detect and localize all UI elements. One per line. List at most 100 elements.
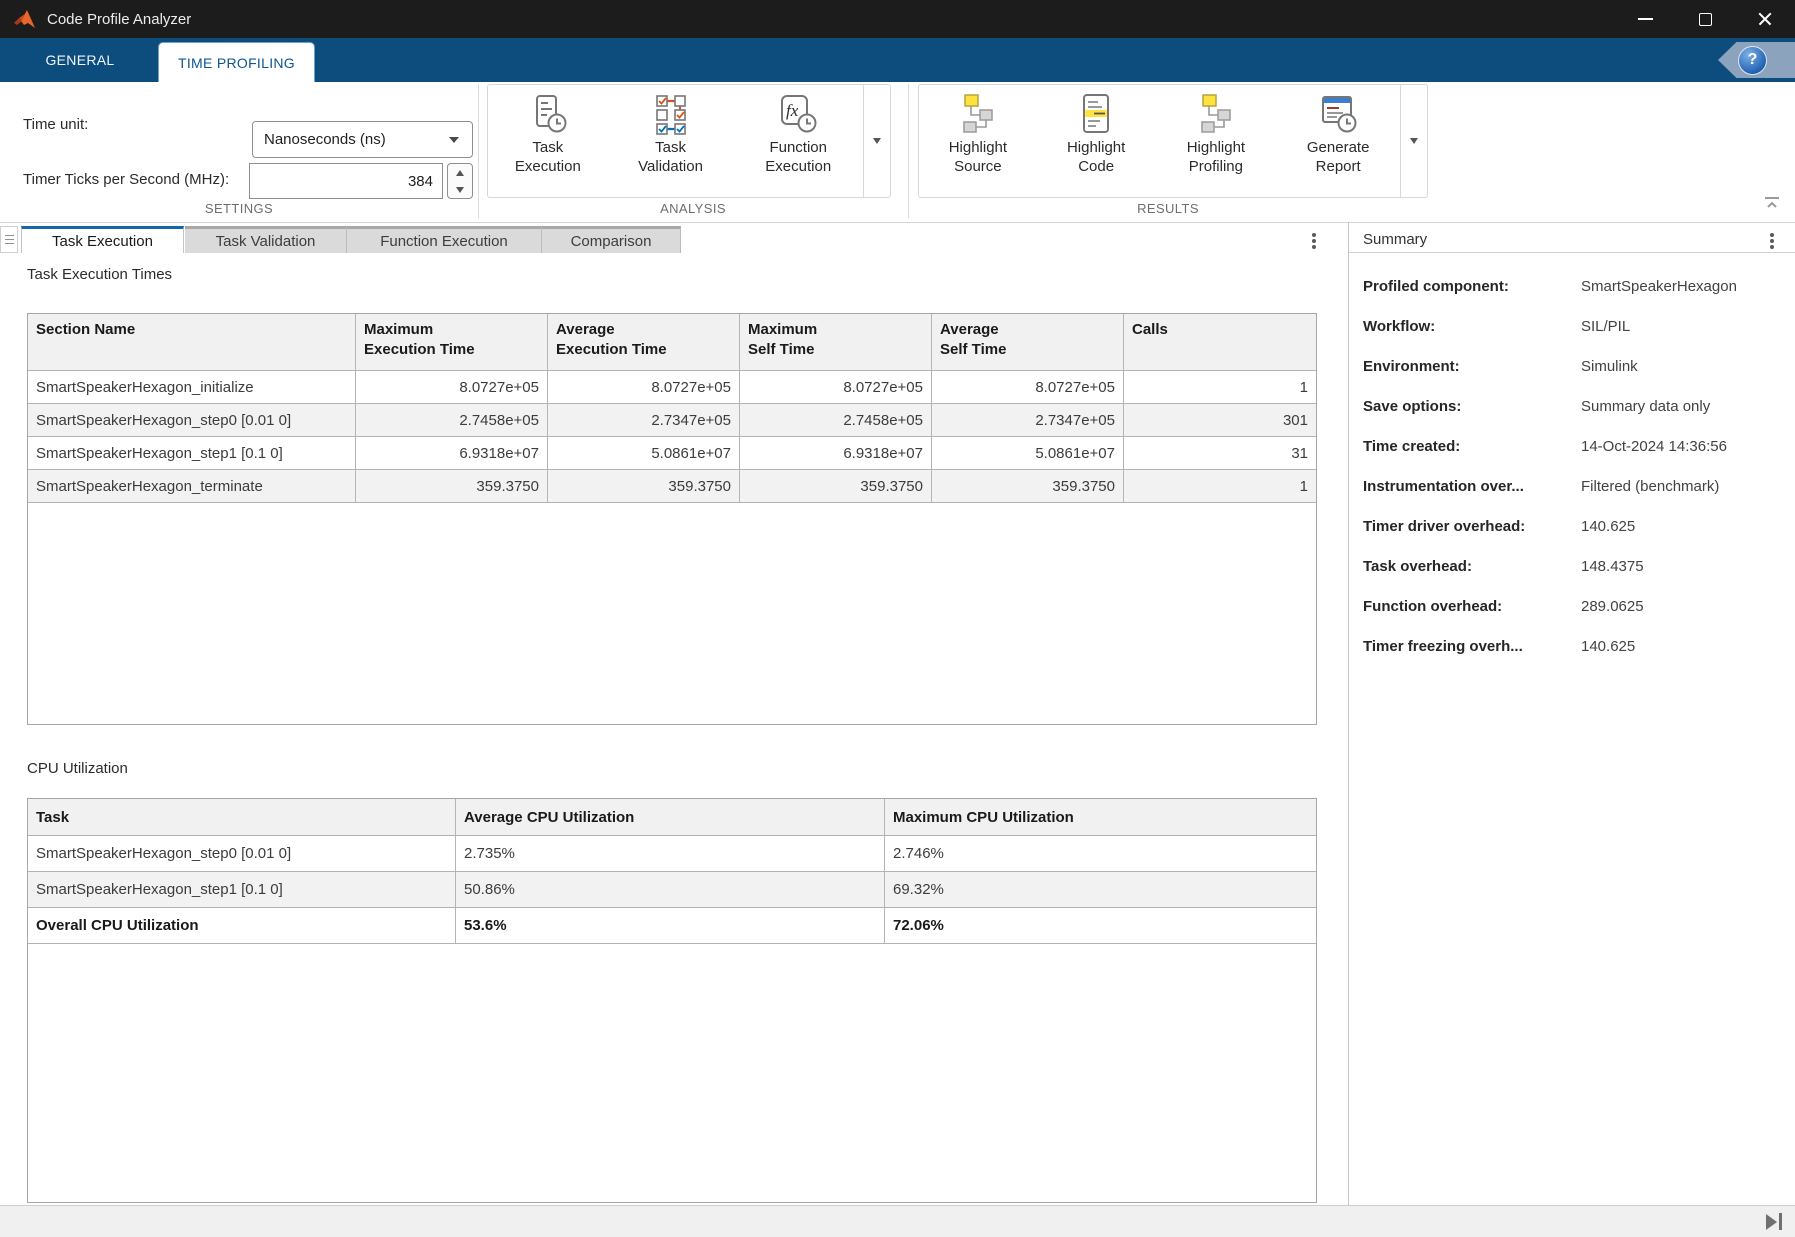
summary-field: Timer driver overhead:140.625	[1363, 506, 1783, 546]
highlight-source-button[interactable]: Highlight Source	[919, 85, 1037, 197]
task-validation-button[interactable]: Task Validation	[608, 85, 734, 197]
summary-field: Timer freezing overh...140.625	[1363, 626, 1783, 666]
max-self-cell: 359.3750	[740, 470, 932, 502]
section-separator	[908, 84, 909, 218]
generate-report-icon	[1316, 92, 1360, 136]
chevron-down-icon	[873, 138, 881, 144]
play-to-end-icon	[1766, 1214, 1777, 1230]
time-unit-value: Nanoseconds (ns)	[264, 131, 386, 148]
stepper-up-button[interactable]	[448, 164, 472, 181]
max-cpu-cell: 69.32%	[885, 872, 1316, 907]
field-value: 14-Oct-2024 14:36:56	[1581, 438, 1727, 455]
function-execution-icon: fx	[776, 92, 820, 136]
table-row[interactable]: SmartSpeakerHexagon_step0 [0.01 0] 2.735…	[28, 836, 1316, 872]
button-label: Task	[532, 139, 563, 156]
bottom-status-bar	[0, 1205, 1795, 1237]
doc-tabs-menu-button[interactable]	[1306, 232, 1322, 250]
grip-icon	[5, 239, 14, 241]
summary-field: Workflow:SIL/PIL	[1363, 306, 1783, 346]
minimize-button[interactable]	[1615, 0, 1675, 38]
function-execution-button[interactable]: fx Function Execution	[733, 85, 863, 197]
time-unit-label: Time unit:	[23, 116, 88, 133]
summary-menu-button[interactable]	[1764, 232, 1780, 250]
max-self-cell: 2.7458e+05	[740, 404, 932, 436]
tab-time-profiling[interactable]: TIME PROFILING	[158, 42, 315, 82]
field-value: Filtered (benchmark)	[1581, 478, 1719, 495]
cpu-table-title: CPU Utilization	[27, 760, 128, 777]
calls-cell: 1	[1124, 470, 1316, 502]
results-caption: RESULTS	[908, 201, 1428, 216]
help-button[interactable]: ?	[1738, 46, 1767, 75]
button-label: Highlight	[949, 139, 1007, 156]
avg-cpu-cell: 50.86%	[456, 872, 885, 907]
close-button[interactable]	[1735, 0, 1795, 38]
field-value: 289.0625	[1581, 598, 1644, 615]
help-area: ?	[1718, 42, 1795, 78]
button-label: Validation	[638, 158, 703, 175]
tab-general[interactable]: GENERAL	[23, 38, 137, 82]
chevron-down-icon	[449, 137, 459, 143]
stepper-down-button[interactable]	[448, 181, 472, 198]
arrow-down-icon	[456, 187, 464, 193]
max-cpu-cell: 2.746%	[885, 836, 1316, 871]
generate-report-button[interactable]: Generate Report	[1276, 85, 1400, 197]
table-row[interactable]: SmartSpeakerHexagon_step1 [0.1 0] 50.86%…	[28, 872, 1316, 908]
task-execution-button[interactable]: Task Execution	[488, 85, 608, 197]
task-cell: Overall CPU Utilization	[28, 908, 456, 943]
section-name-cell: SmartSpeakerHexagon_terminate	[28, 470, 356, 502]
field-value: SmartSpeakerHexagon	[1581, 278, 1737, 295]
panel-drag-handle[interactable]	[0, 226, 18, 253]
button-label: Highlight	[1187, 139, 1245, 156]
doc-tab-function-execution[interactable]: Function Execution	[347, 226, 542, 253]
column-header: AverageExecution Time	[548, 314, 740, 370]
column-header: Calls	[1124, 314, 1316, 370]
table-row[interactable]: SmartSpeakerHexagon_initialize 8.0727e+0…	[28, 371, 1316, 404]
collapse-ribbon-button[interactable]	[1762, 196, 1782, 211]
summary-title: Summary	[1363, 231, 1427, 248]
table-row[interactable]: SmartSpeakerHexagon_step1 [0.1 0] 6.9318…	[28, 437, 1316, 470]
column-header: MaximumSelf Time	[740, 314, 932, 370]
kebab-icon	[1312, 239, 1316, 243]
max-cpu-cell: 72.06%	[885, 908, 1316, 943]
field-label: Profiled component:	[1363, 278, 1581, 295]
doc-tab-comparison[interactable]: Comparison	[542, 226, 681, 253]
table-row[interactable]: SmartSpeakerHexagon_step0 [0.01 0] 2.745…	[28, 404, 1316, 437]
summary-field: Save options:Summary data only	[1363, 386, 1783, 426]
field-label: Function overhead:	[1363, 598, 1581, 615]
panel-divider[interactable]	[1348, 222, 1349, 1205]
ribbon: Time unit: Nanoseconds (ns) Timer Ticks …	[0, 82, 1795, 223]
table-empty-area	[28, 944, 1316, 1202]
table-row[interactable]: SmartSpeakerHexagon_terminate 359.3750 3…	[28, 470, 1316, 503]
analysis-more-button[interactable]	[863, 85, 890, 197]
avg-exec-cell: 359.3750	[548, 470, 740, 502]
avg-exec-cell: 5.0861e+07	[548, 437, 740, 469]
kebab-icon	[1770, 239, 1774, 243]
timer-ticks-input[interactable]: 384	[249, 163, 443, 199]
expand-panel-button[interactable]	[1766, 1213, 1783, 1230]
time-unit-dropdown[interactable]: Nanoseconds (ns)	[252, 121, 473, 158]
button-label: Code	[1078, 158, 1114, 175]
button-label: Function	[769, 139, 827, 156]
settings-caption: SETTINGS	[0, 201, 478, 216]
field-value: 140.625	[1581, 638, 1635, 655]
highlight-code-icon	[1074, 92, 1118, 136]
calls-cell: 301	[1124, 404, 1316, 436]
results-more-button[interactable]	[1400, 85, 1427, 197]
highlight-code-button[interactable]: Highlight Code	[1037, 85, 1156, 197]
doc-tab-task-validation[interactable]: Task Validation	[185, 226, 347, 253]
field-label: Environment:	[1363, 358, 1581, 375]
max-exec-cell: 8.0727e+05	[356, 371, 548, 403]
maximize-button[interactable]	[1675, 0, 1735, 38]
highlight-profiling-button[interactable]: Highlight Profiling	[1156, 85, 1277, 197]
avg-exec-cell: 2.7347e+05	[548, 404, 740, 436]
doc-tab-task-execution[interactable]: Task Execution	[21, 226, 184, 253]
summary-field: Instrumentation over...Filtered (benchma…	[1363, 466, 1783, 506]
highlight-profiling-icon	[1194, 92, 1238, 136]
field-label: Timer driver overhead:	[1363, 518, 1581, 535]
exec-table-header-row: Section Name MaximumExecution Time Avera…	[28, 314, 1316, 371]
button-label: Execution	[515, 158, 581, 175]
table-row[interactable]: Overall CPU Utilization 53.6% 72.06%	[28, 908, 1316, 944]
task-execution-table: Section Name MaximumExecution Time Avera…	[27, 313, 1317, 725]
field-label: Instrumentation over...	[1363, 478, 1581, 495]
close-icon	[1757, 11, 1773, 27]
